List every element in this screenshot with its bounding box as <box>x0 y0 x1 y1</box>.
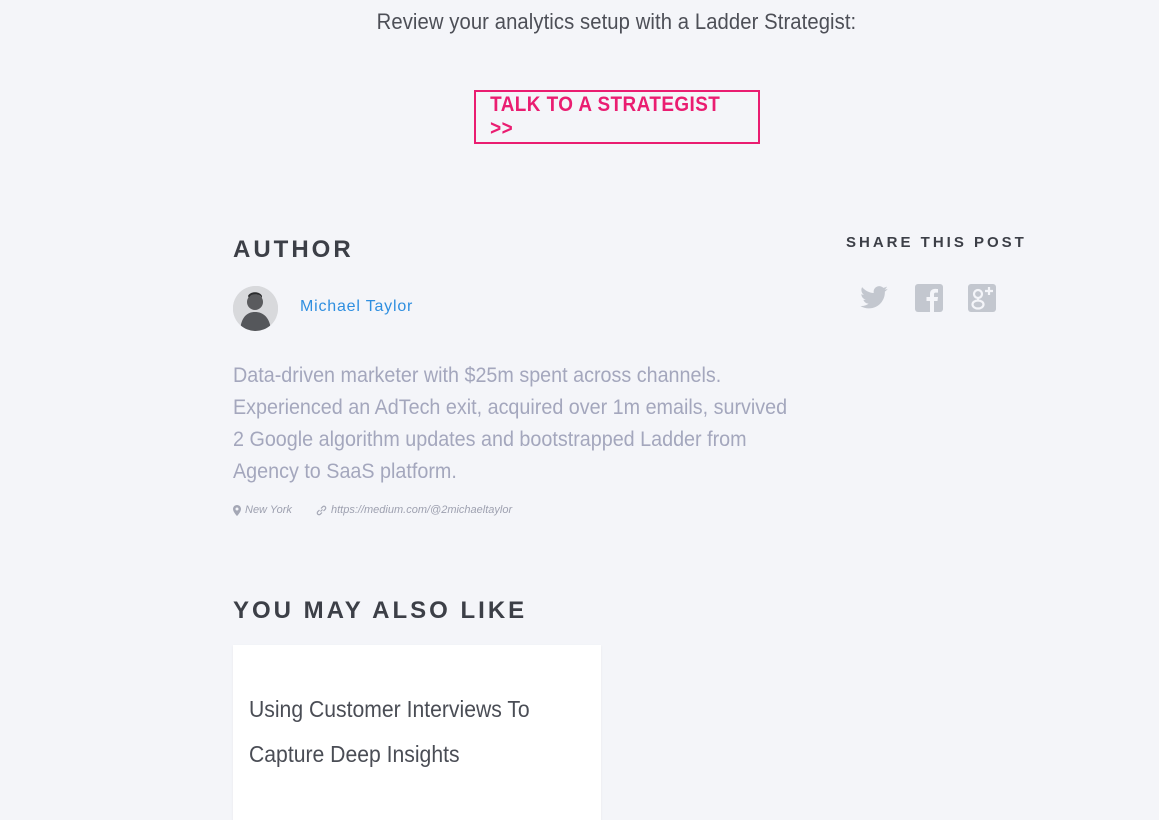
talk-to-strategist-button[interactable]: TALK TO A STRATEGIST >> <box>474 90 760 144</box>
related-post-title[interactable]: Using Customer Interviews To Capture Dee… <box>249 687 553 777</box>
author-name-link[interactable]: Michael Taylor <box>300 298 413 316</box>
avatar <box>233 286 278 331</box>
share-heading: SHARE THIS POST <box>846 234 1027 251</box>
page: Review your analytics setup with a Ladde… <box>0 0 1159 820</box>
facebook-icon[interactable] <box>914 283 944 313</box>
google-plus-icon[interactable] <box>967 283 997 313</box>
twitter-icon[interactable] <box>859 283 889 313</box>
cta-label: TALK TO A STRATEGIST >> <box>490 93 721 140</box>
location-text: New York <box>245 504 292 516</box>
website-url: https://medium.com/@2michaeltaylor <box>331 504 513 516</box>
author-bio: Data-driven marketer with $25m spent acr… <box>233 364 788 483</box>
link-icon <box>316 505 327 516</box>
author-location: New York <box>233 504 292 516</box>
review-prompt-text: Review your analytics setup with a Ladde… <box>376 9 857 34</box>
map-pin-icon <box>233 504 241 516</box>
you-may-also-like-heading: YOU MAY ALSO LIKE <box>233 597 528 624</box>
author-website-link[interactable]: https://medium.com/@2michaeltaylor <box>316 504 512 516</box>
related-post-card[interactable]: Using Customer Interviews To Capture Dee… <box>233 645 601 820</box>
author-heading: AUTHOR <box>233 236 354 263</box>
